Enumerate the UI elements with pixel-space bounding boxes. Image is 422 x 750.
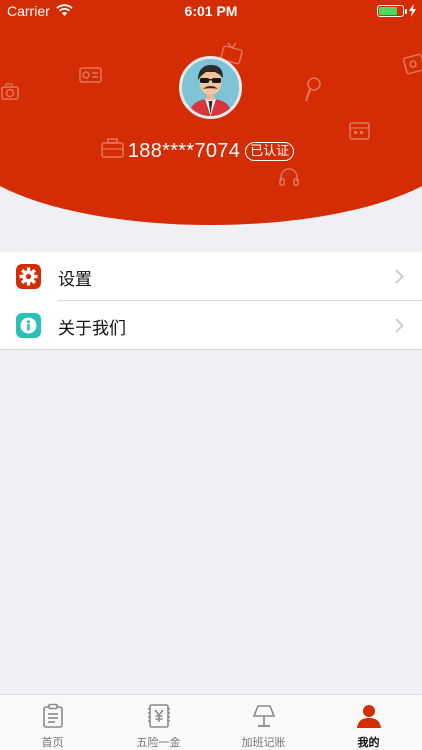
radio-icon <box>79 67 102 83</box>
chevron-right-icon <box>395 269 404 284</box>
tab-label: 五险一金 <box>136 736 181 749</box>
tab-bar: 首页 五险一金 加班记账 我的 <box>0 694 422 750</box>
battery-icon <box>377 5 407 17</box>
tab-label: 加班记账 <box>241 736 286 749</box>
tab-label: 首页 <box>41 736 64 749</box>
phone-number: 188****7074 <box>127 140 241 162</box>
person-icon <box>356 705 381 728</box>
lamp-icon <box>252 705 275 727</box>
headphones-icon <box>279 168 299 186</box>
verified-badge: 已认证 <box>245 142 295 161</box>
calendar-icon <box>349 122 370 140</box>
menu-item-label: 关于我们 <box>58 319 126 339</box>
camera-icon <box>1 83 19 100</box>
user-avatar-icon <box>182 59 239 116</box>
tab-home[interactable]: 首页 <box>0 695 105 750</box>
menu-item-label: 设置 <box>58 270 92 290</box>
gear-icon <box>16 264 41 289</box>
chevron-right-icon <box>395 318 404 333</box>
charging-bolt-icon <box>409 4 416 17</box>
settings-menu: 设置 关于我们 <box>0 252 422 350</box>
menu-item-about-us[interactable]: 关于我们 <box>0 301 422 350</box>
clock: 6:01 PM <box>184 3 238 19</box>
status-bar: Carrier 6:01 PM <box>0 0 422 24</box>
tab-label: 我的 <box>357 736 380 749</box>
avatar[interactable] <box>179 56 242 119</box>
tab-mine[interactable]: 我的 <box>316 695 421 750</box>
radio-icon <box>402 53 422 75</box>
yuan-icon <box>147 704 170 728</box>
battery-level <box>379 7 398 15</box>
tab-overtime[interactable]: 加班记账 <box>211 695 316 750</box>
info-icon <box>16 313 41 338</box>
menu-item-settings[interactable]: 设置 <box>0 252 422 301</box>
microphone-icon <box>305 77 321 102</box>
profile-screen: Carrier 6:01 PM 188****7074 已认证 设置 关于我们 … <box>0 0 422 750</box>
tab-insurance-fund[interactable]: 五险一金 <box>106 695 211 750</box>
account-info: 188****7074 已认证 <box>0 140 422 163</box>
clipboard-icon <box>42 703 63 728</box>
